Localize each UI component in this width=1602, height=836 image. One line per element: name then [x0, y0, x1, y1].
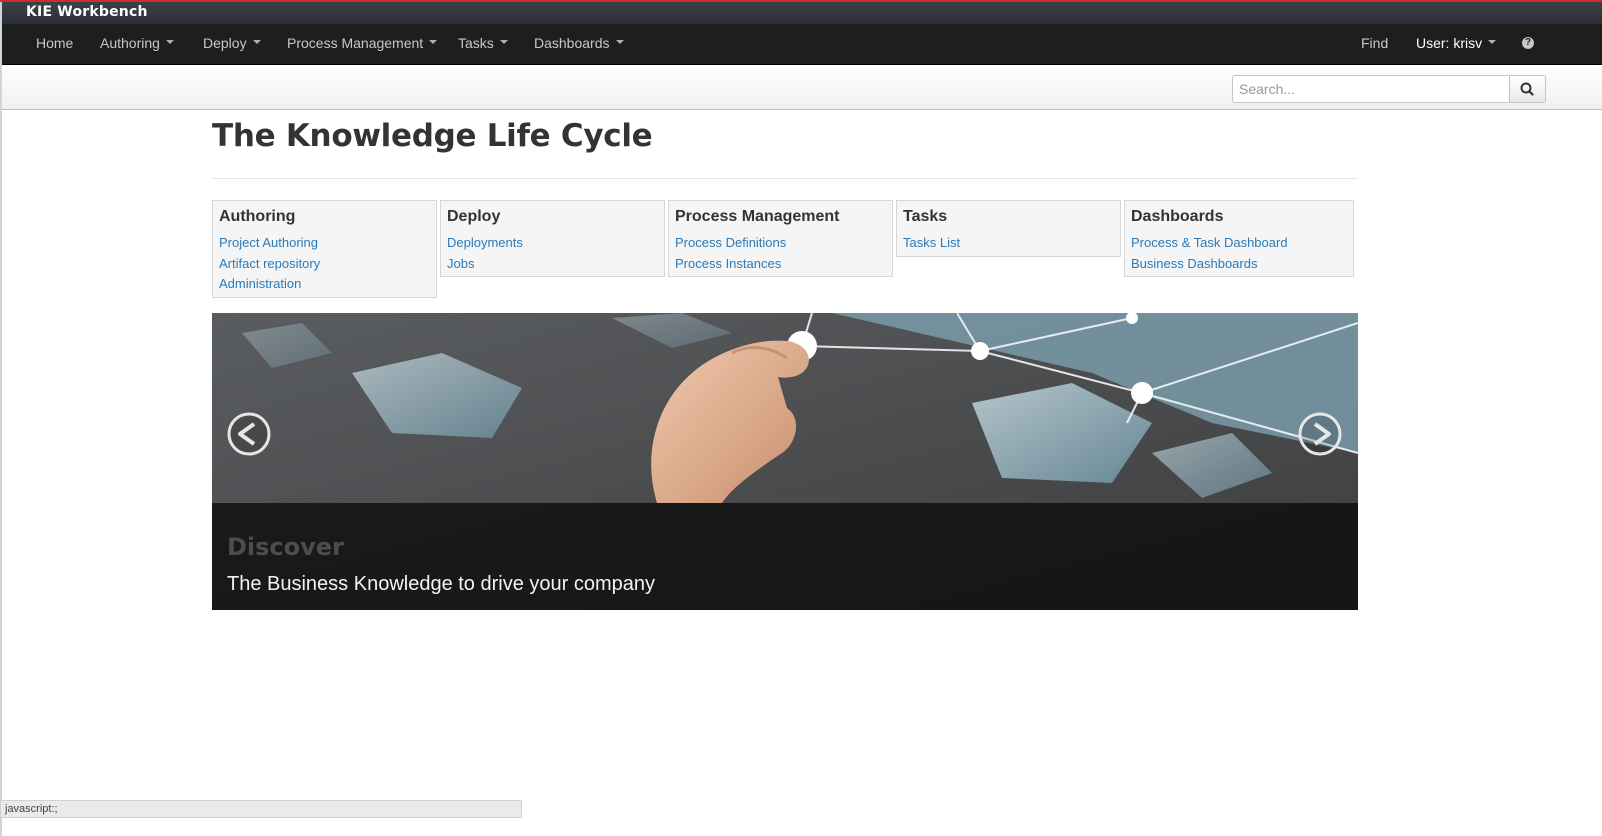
- link-administration[interactable]: Administration: [219, 274, 430, 295]
- page-title: The Knowledge Life Cycle: [212, 118, 653, 154]
- link-artifact-repository[interactable]: Artifact repository: [219, 254, 430, 275]
- nav-deploy[interactable]: Deploy: [203, 24, 261, 64]
- link-process-definitions[interactable]: Process Definitions: [675, 233, 886, 254]
- carousel-prev-button[interactable]: [227, 412, 271, 456]
- search-input[interactable]: [1232, 75, 1508, 103]
- link-jobs[interactable]: Jobs: [447, 254, 658, 275]
- nav-authoring[interactable]: Authoring: [100, 24, 174, 64]
- caret-down-icon: [252, 40, 261, 45]
- panel-title: Tasks: [903, 208, 948, 225]
- nav-tasks-label: Tasks: [458, 35, 494, 51]
- link-process-instances[interactable]: Process Instances: [675, 254, 886, 275]
- link-deployments[interactable]: Deployments: [447, 233, 658, 254]
- title-divider: [212, 178, 1358, 179]
- nav-process-management-label: Process Management: [287, 35, 424, 51]
- link-tasks-list[interactable]: Tasks List: [903, 233, 1114, 254]
- link-business-dashboards[interactable]: Business Dashboards: [1131, 254, 1347, 275]
- search-icon: [1520, 82, 1534, 96]
- window-frame-edge: [0, 0, 2, 836]
- panel-tasks: Tasks Tasks List: [896, 200, 1121, 257]
- caret-down-icon: [615, 40, 624, 45]
- panel-title: Deploy: [447, 208, 501, 225]
- panel-title: Process Management: [675, 208, 840, 225]
- search-button[interactable]: [1509, 75, 1546, 103]
- main-navbar: Home Authoring Deploy Process Management…: [2, 24, 1602, 65]
- caret-down-icon: [1488, 40, 1497, 45]
- nav-tasks[interactable]: Tasks: [458, 24, 508, 64]
- chevron-left-circle-icon: [227, 412, 271, 456]
- panel-deploy: Deploy Deployments Jobs: [440, 200, 665, 277]
- nav-dashboards[interactable]: Dashboards: [534, 24, 624, 64]
- carousel-next-button[interactable]: [1298, 412, 1342, 456]
- nav-process-management[interactable]: Process Management: [287, 24, 438, 64]
- link-process-task-dashboard[interactable]: Process & Task Dashboard: [1131, 233, 1347, 254]
- caret-down-icon: [165, 40, 174, 45]
- caption-heading: Discover: [227, 533, 344, 561]
- caret-down-icon: [429, 40, 438, 45]
- nav-authoring-label: Authoring: [100, 35, 160, 51]
- panel-authoring: Authoring Project Authoring Artifact rep…: [212, 200, 437, 298]
- nav-deploy-label: Deploy: [203, 35, 247, 51]
- link-project-authoring[interactable]: Project Authoring: [219, 233, 430, 254]
- panel-process-management: Process Management Process Definitions P…: [668, 200, 893, 277]
- nav-dashboards-label: Dashboards: [534, 35, 610, 51]
- carousel-caption: Discover The Business Knowledge to drive…: [212, 503, 1358, 610]
- panel-title: Authoring: [219, 208, 296, 225]
- browser-status-bar: javascript:;: [0, 800, 522, 818]
- panel-title: Dashboards: [1131, 208, 1224, 225]
- nav-home[interactable]: Home: [36, 24, 73, 64]
- chevron-right-circle-icon: [1298, 412, 1342, 456]
- brand-bar: KIE Workbench: [2, 2, 1602, 24]
- panel-dashboards: Dashboards Process & Task Dashboard Busi…: [1124, 200, 1354, 277]
- hero-carousel: Discover The Business Knowledge to drive…: [212, 313, 1358, 610]
- caret-down-icon: [499, 40, 508, 45]
- app-title: KIE Workbench: [26, 4, 148, 20]
- caption-text: The Business Knowledge to drive your com…: [227, 573, 656, 595]
- nav-home-label: Home: [36, 35, 74, 51]
- help-icon[interactable]: ?: [1522, 37, 1534, 49]
- user-menu[interactable]: User: krisv: [1416, 24, 1497, 64]
- user-menu-label: User: krisv: [1416, 35, 1483, 51]
- search-toolbar: [2, 65, 1602, 110]
- nav-find[interactable]: Find: [1361, 24, 1388, 64]
